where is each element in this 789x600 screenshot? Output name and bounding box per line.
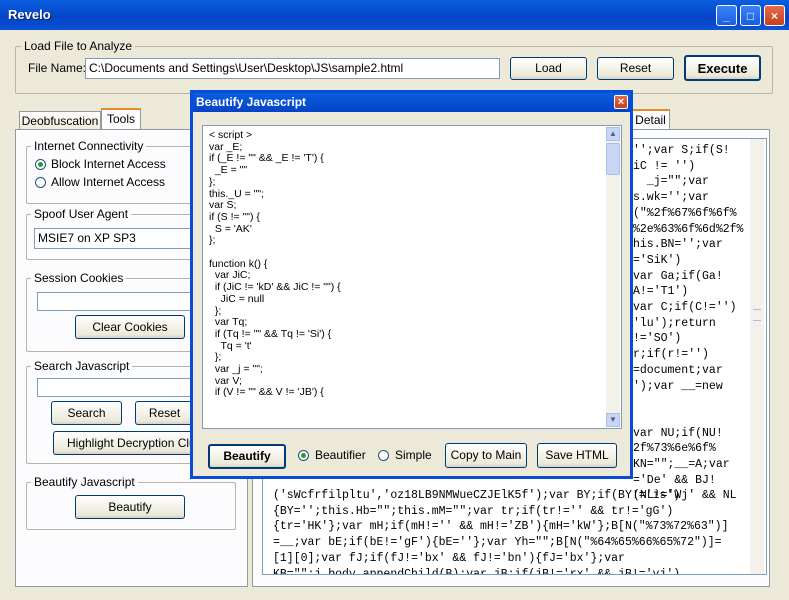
dialog-code-scrollbar[interactable]: ▲ ▼ [606, 127, 620, 427]
save-html-button[interactable]: Save HTML [537, 443, 617, 468]
code-line: r;if(r!='') [633, 348, 709, 362]
block-internet-radio[interactable] [35, 159, 46, 170]
session-cookies-label: Session Cookies [31, 271, 127, 285]
window-title: Revelo [8, 7, 51, 22]
allow-internet-radio[interactable] [35, 177, 46, 188]
main-code-scrollbar[interactable] [750, 139, 764, 574]
scrollbar-grip-icon [753, 309, 761, 321]
beautify-button[interactable]: Beautify [208, 444, 286, 469]
user-agent-select[interactable]: MSIE7 on XP SP3 [34, 228, 194, 249]
highlight-decryption-clues-button[interactable]: Highlight Decryption Clues [53, 431, 208, 455]
session-cookies-input[interactable] [37, 292, 195, 311]
execute-button[interactable]: Execute [684, 55, 761, 81]
search-javascript-input[interactable] [37, 378, 195, 397]
code-line: s.wk='';var [633, 191, 709, 205]
code-line: %2e%63%6f%6d%2f% [633, 222, 744, 236]
scroll-thumb[interactable] [606, 143, 620, 175]
dialog-title: Beautify Javascript [196, 95, 307, 109]
code-line: ='De' && BJ! [633, 473, 716, 487]
beautified-code-view[interactable]: < script > var _E; if (_E != "" && _E !=… [202, 125, 622, 429]
code-line: ("%2f%67%6f%6f% [633, 206, 737, 220]
dialog-close-icon[interactable]: × [614, 95, 628, 109]
internet-connectivity-label: Internet Connectivity [31, 139, 147, 153]
copy-to-main-button[interactable]: Copy to Main [445, 443, 527, 468]
load-button[interactable]: Load [510, 57, 587, 80]
code-line: '';var S;if(S! [633, 144, 730, 157]
code-line: 2f%73%6e%6f% [633, 442, 716, 456]
simple-radio[interactable] [378, 450, 389, 461]
code-line: his.BN='';var [633, 238, 723, 252]
scroll-up-icon[interactable]: ▲ [606, 127, 620, 141]
simple-label: Simple [395, 448, 432, 462]
clear-cookies-button[interactable]: Clear Cookies [75, 315, 185, 339]
file-name-input[interactable]: C:\Documents and Settings\User\Desktop\J… [85, 58, 500, 79]
block-internet-label: Block Internet Access [51, 157, 166, 171]
tab-deobfuscation[interactable]: Deobfuscation [19, 111, 101, 130]
code-line: var C;if(C!='') [633, 301, 737, 315]
maximize-button[interactable]: □ [740, 5, 761, 26]
beautifier-radio[interactable] [298, 450, 309, 461]
search-reset-button[interactable]: Reset [135, 401, 193, 425]
beautify-open-button[interactable]: Beautify [75, 495, 185, 519]
code-line: !='SO') [633, 332, 682, 346]
search-javascript-label: Search Javascript [31, 359, 133, 373]
code-line: ='SiK') [633, 253, 682, 267]
beautify-dialog: Beautify Javascript × < script > var _E;… [190, 90, 633, 479]
code-line: iC != '') [633, 159, 696, 173]
code-line: {tr='HK'};var mH;if(mH!='' && mH!='ZB'){… [273, 520, 729, 534]
scroll-down-icon[interactable]: ▼ [606, 413, 620, 427]
code-line: ('sWcfrfilpltu','oz18LB9NMWueCZJElK5f');… [273, 489, 681, 502]
minimize-button[interactable]: _ [716, 5, 737, 26]
spoof-user-agent-label: Spoof User Agent [31, 207, 132, 221]
code-line: KB="";j.body.appendChild(B);var jB;if(jB… [273, 567, 681, 575]
beautified-code-text: < script > var _E; if (_E != "" && _E !=… [209, 129, 341, 399]
code-line: var NU;if(NU! [633, 426, 723, 440]
beautifier-label: Beautifier [315, 448, 366, 462]
beautify-javascript-label: Beautify Javascript [31, 475, 138, 489]
close-button[interactable]: × [764, 5, 785, 26]
code-line: KN="";__=A;var [633, 458, 730, 472]
code-line: ');var __=new [633, 379, 723, 393]
code-line: =document;var [633, 363, 723, 377]
title-bar: Revelo _ □ × [0, 0, 789, 30]
code-bottom-lines: ('sWcfrfilpltu','oz18LB9NMWueCZJElK5f');… [273, 488, 729, 575]
code-line: var Ga;if(Ga! [633, 269, 723, 283]
search-button[interactable]: Search [51, 401, 122, 425]
load-file-group-label: Load File to Analyze [21, 39, 136, 53]
tab-tools[interactable]: Tools [101, 108, 141, 130]
code-line: {BY='';this.Hb="";this.mM="";var tr;if(t… [273, 504, 674, 518]
code-right-fragments: '';var S;if(S! iC != '') _j="";var s.wk=''… [633, 143, 743, 504]
reset-button[interactable]: Reset [597, 57, 674, 80]
code-line: _j="";var [633, 175, 709, 189]
code-line: [1][0];var fJ;if(fJ!='bx' && fJ!='bn'){f… [273, 551, 625, 565]
tab-detail[interactable]: Detail [632, 109, 670, 130]
dialog-title-bar: Beautify Javascript × [193, 93, 630, 112]
code-line: A!='T1') [633, 285, 689, 299]
allow-internet-label: Allow Internet Access [51, 175, 166, 189]
code-line: 'lu');return [633, 316, 716, 330]
file-name-label: File Name: [28, 61, 87, 75]
code-line: =__;var bE;if(bE!='gF'){bE=''};var Yh=""… [273, 536, 722, 550]
